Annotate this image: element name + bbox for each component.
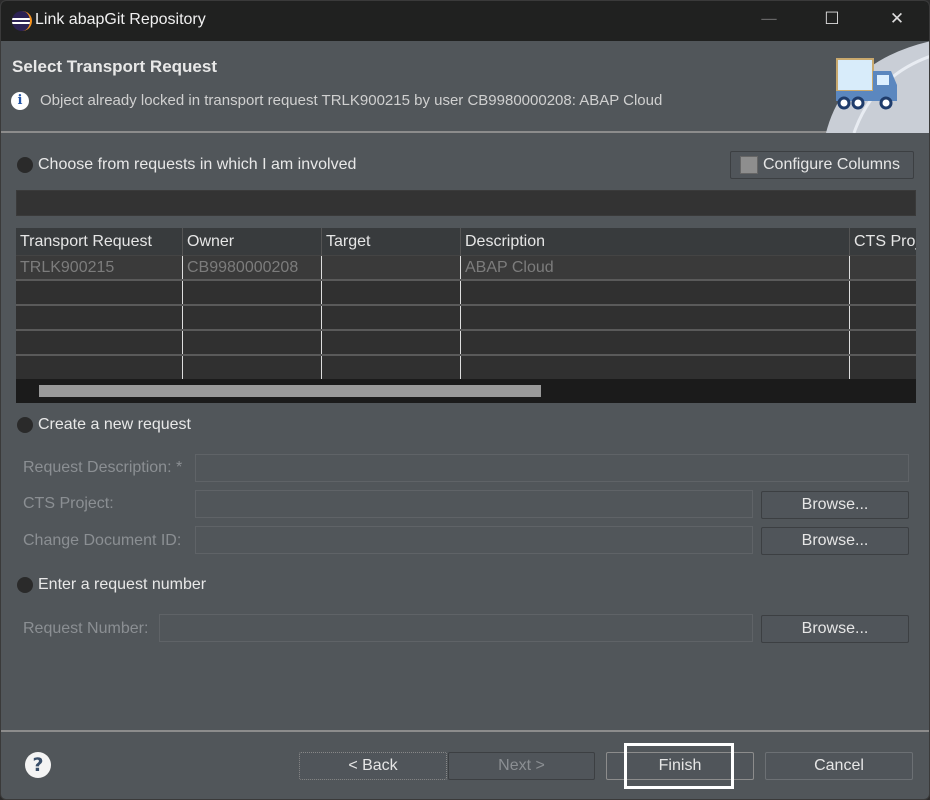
- cell-description: [461, 306, 850, 329]
- cell-target: [322, 281, 461, 304]
- choose-radio[interactable]: [17, 157, 33, 173]
- horizontal-scrollbar[interactable]: [16, 379, 916, 403]
- cts-project-label: CTS Project:: [23, 495, 114, 512]
- request-number-input[interactable]: [159, 614, 753, 642]
- cell-transport-request: [16, 356, 183, 379]
- finish-button[interactable]: Finish: [606, 752, 754, 780]
- change-document-browse-button[interactable]: Browse...: [761, 527, 909, 555]
- cell-transport-request: TRLK900215: [16, 256, 183, 279]
- cell-target: [322, 306, 461, 329]
- eclipse-logo-icon: [12, 11, 32, 31]
- table-row[interactable]: [16, 281, 916, 306]
- create-radio[interactable]: [17, 417, 33, 433]
- cell-owner: [183, 356, 322, 379]
- column-owner[interactable]: Owner: [183, 228, 322, 256]
- cell-owner: [183, 331, 322, 354]
- column-cts-project[interactable]: CTS Proj: [850, 228, 916, 256]
- close-button[interactable]: ✕: [874, 9, 920, 33]
- request-number-label: Request Number:: [23, 620, 149, 637]
- cell-cts-project: [850, 281, 916, 304]
- configure-columns-button[interactable]: Configure Columns: [730, 151, 914, 179]
- page-title: Select Transport Request: [12, 57, 218, 76]
- help-icon[interactable]: ?: [25, 752, 51, 778]
- cts-browse-button[interactable]: Browse...: [761, 491, 909, 519]
- cell-owner: CB9980000208: [183, 256, 322, 279]
- cancel-button[interactable]: Cancel: [765, 752, 913, 780]
- cell-transport-request: [16, 331, 183, 354]
- table-row[interactable]: [16, 356, 916, 381]
- column-transport-request[interactable]: Transport Request: [16, 228, 183, 256]
- table-row[interactable]: [16, 306, 916, 331]
- table-header: Transport Request Owner Target Descripti…: [16, 228, 916, 256]
- window-title: Link abapGit Repository: [35, 11, 206, 28]
- filter-input[interactable]: [16, 190, 916, 216]
- cell-cts-project: [850, 331, 916, 354]
- create-label: Create a new request: [38, 416, 191, 433]
- title-bar: Link abapGit Repository — ☐ ✕: [1, 1, 929, 41]
- footer-divider: [1, 730, 929, 732]
- back-label: < Back: [348, 757, 398, 774]
- cell-description: [461, 331, 850, 354]
- change-document-label: Change Document ID:: [23, 532, 182, 549]
- cell-transport-request: [16, 306, 183, 329]
- enter-label: Enter a request number: [38, 576, 207, 593]
- choose-label: Choose from requests in which I am invol…: [38, 156, 357, 173]
- table-row[interactable]: [16, 331, 916, 356]
- scrollbar-thumb[interactable]: [39, 385, 541, 397]
- cell-description: [461, 281, 850, 304]
- cell-cts-project: [850, 306, 916, 329]
- cell-cts-project: [850, 356, 916, 379]
- cell-cts-project: [850, 256, 916, 279]
- cell-target: [322, 356, 461, 379]
- info-message: Object already locked in transport reque…: [40, 92, 663, 109]
- transport-table: Transport Request Owner Target Descripti…: [16, 228, 916, 403]
- cts-project-input[interactable]: [195, 490, 753, 518]
- cell-owner: [183, 281, 322, 304]
- column-target[interactable]: Target: [322, 228, 461, 256]
- maximize-button[interactable]: ☐: [809, 9, 855, 33]
- transport-truck-icon: [826, 41, 929, 133]
- enter-radio[interactable]: [17, 577, 33, 593]
- dialog-window: Link abapGit Repository — ☐ ✕ Select Tra…: [0, 0, 930, 800]
- info-icon: i: [11, 92, 29, 110]
- back-button[interactable]: < Back: [299, 752, 447, 780]
- configure-columns-label: Configure Columns: [763, 156, 900, 173]
- next-button[interactable]: Next >: [448, 752, 595, 780]
- wizard-header: Select Transport Request i Object alread…: [1, 41, 929, 133]
- cell-description: [461, 356, 850, 379]
- request-number-browse-button[interactable]: Browse...: [761, 615, 909, 643]
- request-description-label: Request Description: *: [23, 459, 183, 476]
- cell-target: [322, 331, 461, 354]
- change-document-input[interactable]: [195, 526, 753, 554]
- cell-target: [322, 256, 461, 279]
- column-description[interactable]: Description: [461, 228, 850, 256]
- columns-icon: [740, 156, 758, 174]
- cell-description: ABAP Cloud: [461, 256, 850, 279]
- request-description-input[interactable]: [195, 454, 909, 482]
- cell-transport-request: [16, 281, 183, 304]
- minimize-button[interactable]: —: [746, 9, 792, 33]
- cell-owner: [183, 306, 322, 329]
- table-row[interactable]: TRLK900215 CB9980000208 ABAP Cloud: [16, 256, 916, 281]
